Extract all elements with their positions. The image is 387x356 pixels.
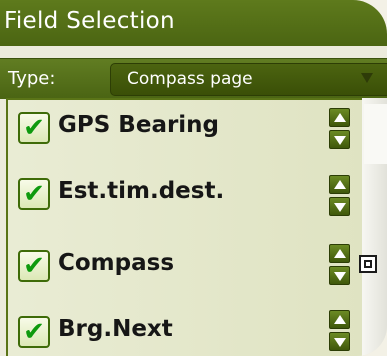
type-dropdown-value: Compass page (127, 69, 253, 89)
type-label: Type: (8, 68, 56, 89)
move-up-button[interactable] (329, 310, 350, 329)
chevron-down-icon (361, 73, 373, 83)
field-row-est-tim-dest: ✔ Est.tim.dest. (14, 176, 324, 216)
checkbox-gps-bearing[interactable]: ✔ (18, 112, 50, 144)
scrollbar-thumb[interactable] (364, 104, 387, 164)
square-target-icon (359, 255, 377, 273)
move-down-button[interactable] (329, 332, 350, 351)
triangle-down-icon (334, 203, 346, 212)
triangle-up-icon (334, 180, 346, 189)
triangle-up-icon (334, 249, 346, 258)
type-bar: Type: Compass page (0, 58, 387, 99)
checkbox-est-tim-dest[interactable]: ✔ (18, 178, 50, 210)
reorder-controls (329, 108, 350, 150)
reorder-controls (329, 244, 350, 286)
move-down-button[interactable] (329, 266, 350, 285)
triangle-down-icon (334, 272, 346, 281)
triangle-down-icon (334, 136, 346, 145)
triangle-up-icon (334, 315, 346, 324)
triangle-up-icon (334, 113, 346, 122)
field-label: GPS Bearing (58, 112, 220, 138)
type-dropdown[interactable]: Compass page (110, 63, 387, 96)
field-row-gps-bearing: ✔ GPS Bearing (14, 110, 324, 150)
move-up-button[interactable] (329, 175, 350, 194)
field-row-brg-next: ✔ Brg.Next (14, 314, 324, 354)
reorder-controls (329, 175, 350, 217)
title-bar: Field Selection (0, 0, 387, 46)
field-label: Est.tim.dest. (58, 178, 225, 204)
field-label: Brg.Next (58, 316, 173, 342)
move-up-button[interactable] (329, 244, 350, 263)
move-down-button[interactable] (329, 197, 350, 216)
checkbox-compass[interactable]: ✔ (18, 250, 50, 282)
move-down-button[interactable] (329, 130, 350, 149)
field-row-compass: ✔ Compass (14, 248, 324, 288)
reorder-controls (329, 310, 350, 352)
field-label: Compass (58, 250, 175, 276)
triangle-down-icon (334, 338, 346, 347)
window-title: Field Selection (4, 8, 175, 34)
move-up-button[interactable] (329, 108, 350, 127)
field-selection-window: Field Selection Type: Compass page ✔ GPS… (0, 0, 387, 356)
checkbox-brg-next[interactable]: ✔ (18, 316, 50, 348)
